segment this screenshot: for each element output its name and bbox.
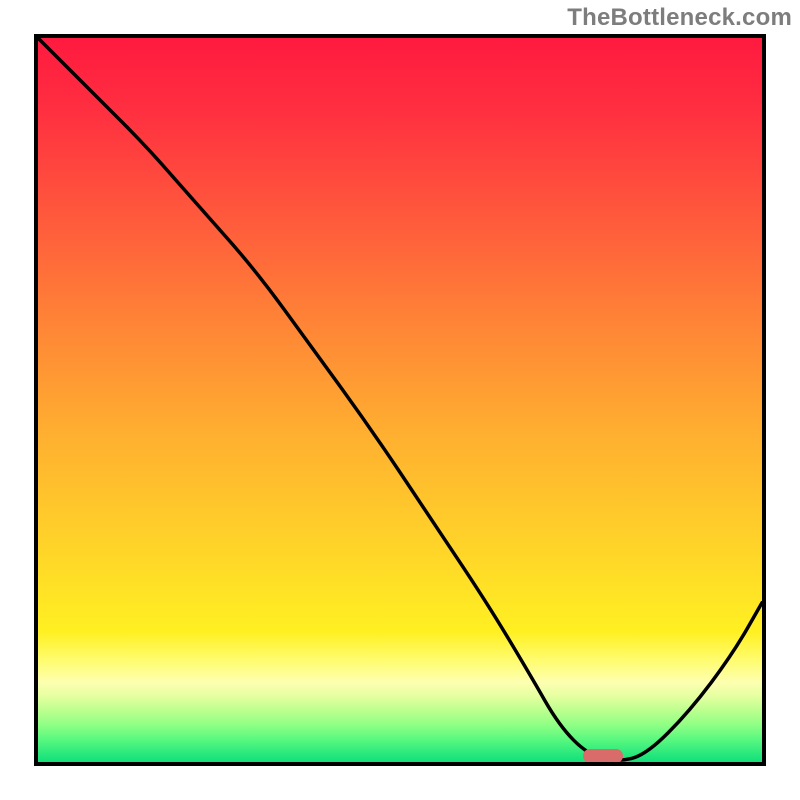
optimal-marker [583,749,623,763]
watermark-label: TheBottleneck.com [567,4,792,32]
chart-plot-area [34,34,766,766]
bottleneck-curve [38,38,762,762]
